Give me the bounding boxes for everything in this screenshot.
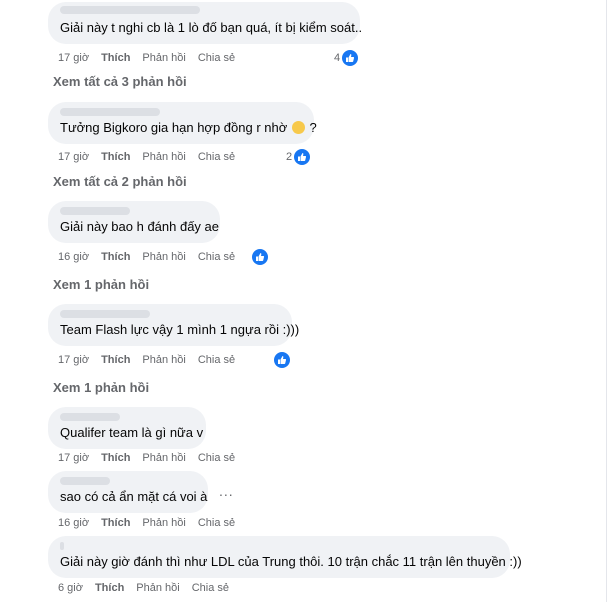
share-link[interactable]: Chia sẻ	[198, 354, 235, 366]
comment-text: Team Flash lực vậy 1 mình 1 ngựa rồi :))…	[60, 322, 300, 337]
reply-link[interactable]: Phản hồi	[142, 354, 185, 366]
like-link[interactable]: Thích	[101, 452, 130, 464]
commenter-name[interactable]	[60, 310, 150, 318]
comment-time[interactable]: 6 giờ	[58, 582, 83, 594]
comment-actions: 17 giờ Thích Phản hồi Chia sẻ	[58, 452, 235, 464]
comment-bubble: sao có cả ẩn mặt cá voi à	[48, 471, 208, 513]
view-replies-link[interactable]: Xem 1 phản hồi	[53, 380, 149, 395]
left-gutter	[0, 0, 44, 602]
like-link[interactable]: Thích	[101, 151, 130, 163]
comment-text: Qualifer team là gì nữa v	[60, 425, 204, 440]
comment-actions: 17 giờ Thích Phản hồi Chia sẻ	[58, 151, 235, 163]
share-link[interactable]: Chia sẻ	[198, 452, 235, 464]
like-link[interactable]: Thích	[95, 582, 124, 594]
reaction-count[interactable]	[274, 352, 290, 368]
comment-bubble: Giải này giờ đánh thì như LDL của Trung …	[48, 536, 522, 578]
reply-link[interactable]: Phản hồi	[142, 52, 185, 64]
like-icon	[342, 50, 359, 66]
comment-actions: 6 giờ Thích Phản hồi Chia sẻ	[58, 582, 229, 594]
comment-bubble: Tưởng Bigkoro gia hạn hợp đồng r nhờ ?	[48, 102, 317, 144]
reaction-count[interactable]: 2	[286, 149, 311, 165]
comment-time[interactable]: 16 giờ	[58, 517, 89, 529]
like-icon	[294, 149, 311, 165]
view-replies-link[interactable]: Xem tất cả 2 phản hồi	[53, 174, 187, 189]
comment-text: sao có cả ẩn mặt cá voi à	[60, 489, 208, 504]
comment-time[interactable]: 17 giờ	[58, 151, 89, 163]
view-replies-link[interactable]: Xem 1 phản hồi	[53, 277, 149, 292]
like-icon	[274, 352, 290, 368]
share-link[interactable]: Chia sẻ	[198, 151, 235, 163]
comment-text: Giải này bao h đánh đấy ae	[60, 219, 220, 234]
commenter-name[interactable]	[60, 108, 160, 116]
share-link[interactable]: Chia sẻ	[198, 52, 235, 64]
commenter-name[interactable]	[60, 477, 110, 485]
panel-border	[606, 0, 607, 602]
commenter-name[interactable]	[60, 6, 200, 14]
comment-time[interactable]: 17 giờ	[58, 52, 89, 64]
grinning-emoji-icon	[291, 121, 305, 134]
reply-link[interactable]: Phản hồi	[142, 517, 185, 529]
like-link[interactable]: Thích	[101, 251, 130, 263]
more-options-icon[interactable]: ...	[219, 483, 234, 499]
comment-actions: 17 giờ Thích Phản hồi Chia sẻ	[58, 354, 235, 366]
comment-bubble: Qualifer team là gì nữa v	[48, 407, 206, 449]
comment-text: Tưởng Bigkoro gia hạn hợp đồng r nhờ ?	[60, 120, 317, 135]
share-link[interactable]: Chia sẻ	[192, 582, 229, 594]
comment-bubble: Giải này t nghi cb là 1 lò đố bạn quá, í…	[48, 2, 363, 44]
comment-bubble: Giải này bao h đánh đấy ae	[48, 201, 220, 243]
comment-actions: 17 giờ Thích Phản hồi Chia sẻ	[58, 52, 235, 64]
reaction-number: 4	[334, 52, 341, 64]
reply-link[interactable]: Phản hồi	[142, 452, 185, 464]
reply-link[interactable]: Phản hồi	[142, 151, 185, 163]
like-link[interactable]: Thích	[101, 354, 130, 366]
like-icon	[252, 249, 268, 265]
commenter-name[interactable]	[60, 413, 120, 421]
reply-link[interactable]: Phản hồi	[142, 251, 185, 263]
view-replies-link[interactable]: Xem tất cả 3 phản hồi	[53, 74, 187, 89]
comment-bubble: Team Flash lực vậy 1 mình 1 ngựa rồi :))…	[48, 304, 299, 346]
share-link[interactable]: Chia sẻ	[198, 251, 235, 263]
reply-link[interactable]: Phản hồi	[136, 582, 179, 594]
comment-actions: 16 giờ Thích Phản hồi Chia sẻ	[58, 517, 235, 529]
comment-time[interactable]: 17 giờ	[58, 452, 89, 464]
comment-text: Giải này giờ đánh thì như LDL của Trung …	[60, 554, 522, 569]
comment-text: Giải này t nghi cb là 1 lò đố bạn quá, í…	[60, 20, 363, 35]
comment-actions: 16 giờ Thích Phản hồi Chia sẻ	[58, 251, 235, 263]
commenter-name[interactable]	[60, 207, 130, 215]
commenter-name[interactable]	[60, 542, 64, 550]
like-link[interactable]: Thích	[101, 52, 130, 64]
like-link[interactable]: Thích	[101, 517, 130, 529]
reaction-count[interactable]	[252, 249, 268, 265]
share-link[interactable]: Chia sẻ	[198, 517, 235, 529]
comment-time[interactable]: 16 giờ	[58, 251, 89, 263]
comment-time[interactable]: 17 giờ	[58, 354, 89, 366]
reaction-count[interactable]: 4	[334, 50, 359, 66]
reaction-number: 2	[286, 151, 293, 163]
